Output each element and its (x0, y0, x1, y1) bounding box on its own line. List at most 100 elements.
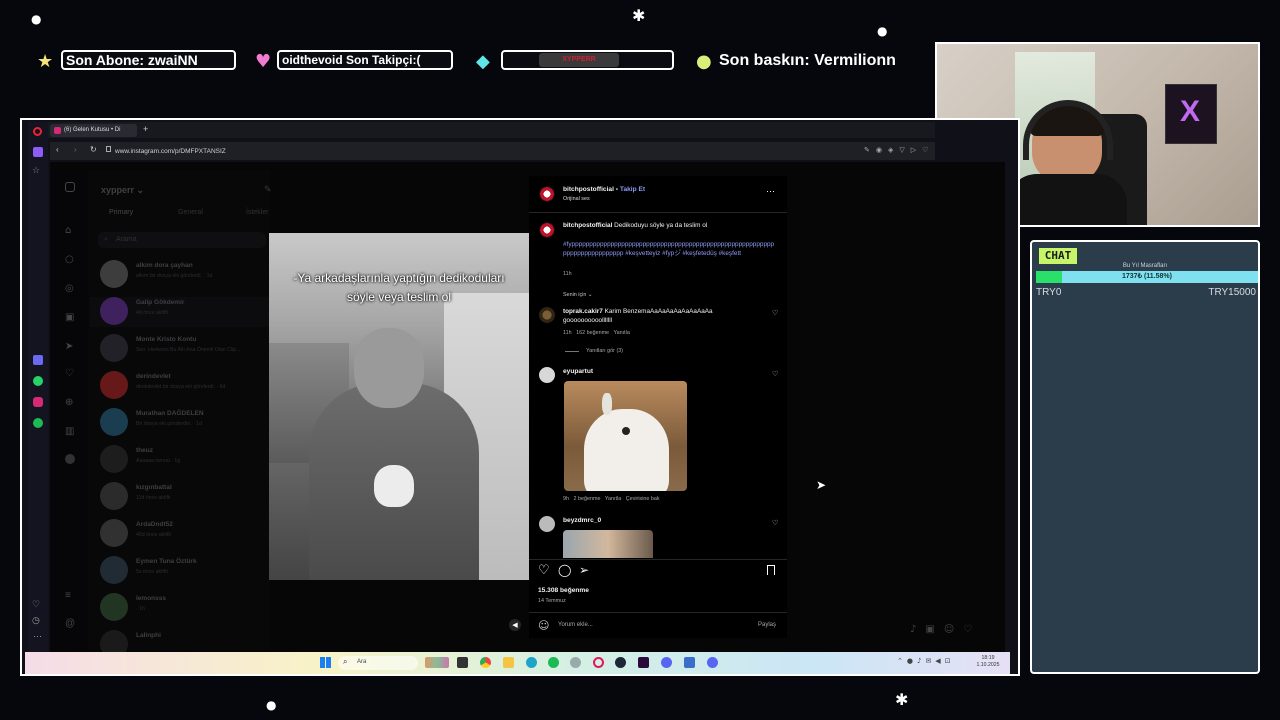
file-explorer-icon[interactable] (503, 657, 514, 668)
dm-thread-name: kızgınbattal (136, 484, 172, 491)
audio-label[interactable]: Orijinal ses (563, 196, 590, 202)
star-icon: ★ (37, 51, 54, 72)
store-icon[interactable] (548, 657, 559, 668)
dm-thread[interactable]: alkım dora çayhan alkım bir dosya eki gön… (100, 260, 270, 290)
browser-tab-instagram[interactable]: (6) Gelen Kutusu • Di (50, 124, 137, 137)
new-tab-icon[interactable]: + (143, 124, 148, 134)
premiere-icon[interactable] (638, 657, 649, 668)
reload-icon[interactable]: ↻ (90, 145, 97, 154)
create-nav-icon[interactable]: ⊕ (65, 397, 73, 408)
caption-hashtags[interactable]: #fyppppppppppppppppppppppppppppppppppppp… (563, 240, 777, 258)
post-options-icon[interactable]: ⋯ (766, 186, 775, 197)
dm-username[interactable]: xypperr ⌄ (101, 185, 144, 196)
tab-requests[interactable]: İstekler (246, 209, 269, 216)
emoji-icon[interactable]: ☺ (538, 619, 549, 632)
post-video[interactable]: -Ya arkadaşlarınla yaptığın dedikoduları… (269, 233, 529, 580)
comment-input[interactable]: Yorum ekle... (558, 622, 593, 628)
comment-2-user[interactable]: eyupartut (563, 368, 593, 375)
notifications-nav-icon[interactable]: ♡ (65, 368, 74, 379)
comment-2-meta[interactable]: 9h 2 beğenme Yanıtla Çevirisine bak (563, 496, 660, 502)
app-icon[interactable] (661, 657, 672, 668)
address-tools-icons[interactable]: ✎◉◈▽▷♡ (864, 146, 934, 154)
dashboard-nav-icon[interactable]: ▥ (65, 426, 74, 437)
dm-thread[interactable]: ArdaDndt52 46d önce aktifti (100, 519, 270, 549)
taskbar-clock[interactable]: 18:19 1.10.2025 (972, 655, 1004, 669)
dm-thread[interactable]: Eymen Tuna Öztürk 5s önce aktifti (100, 556, 270, 586)
search-nav-icon[interactable]: ○ (65, 254, 74, 265)
edge-icon[interactable] (526, 657, 537, 668)
comment-like-icon[interactable]: ♡ (772, 519, 778, 527)
opera-gx-icon[interactable] (593, 657, 604, 668)
heart-rail-icon[interactable]: ♡ (32, 600, 40, 610)
dm-thread[interactable]: Galip Gökdemir 4d önce aktifti (90, 297, 270, 327)
comment-avatar[interactable] (539, 307, 555, 323)
threads-nav-icon[interactable]: @ (65, 618, 75, 629)
caption-author[interactable]: bitchpostofficial (563, 222, 612, 229)
messages-nav-icon[interactable]: ➤ (65, 341, 73, 352)
instagram-icon[interactable] (33, 397, 43, 407)
more-icon[interactable]: ⋯ (33, 631, 42, 642)
action-bar-divider (529, 559, 787, 560)
explore-nav-icon[interactable]: ◎ (65, 283, 74, 294)
view-replies-button[interactable]: Yanıtları gör (3) (586, 348, 623, 354)
dm-thread[interactable]: theuz Aaaaaa nereal · 1g (100, 445, 270, 475)
caption-avatar[interactable] (539, 222, 555, 238)
dm-thread[interactable]: lemonsss · 1h (100, 593, 270, 623)
home-nav-icon[interactable]: ⌂ (65, 225, 71, 236)
widgets-icon[interactable] (425, 657, 449, 668)
dm-thread[interactable]: kızgınbattal 11d önce aktifti (100, 482, 270, 512)
comment-2-gif[interactable] (564, 381, 687, 491)
dm-thread[interactable]: derindevlet derindevlet bir dosya eki gön… (100, 371, 270, 401)
message-toolbar-icons[interactable]: ♪▣☺♡ (910, 624, 981, 635)
comment-3-user[interactable]: beyzdmrc_0 (563, 517, 601, 524)
spotify-icon[interactable] (33, 418, 43, 428)
url-field[interactable]: www.instagram.com/p/DMFPXTANSIZ (115, 146, 815, 157)
whatsapp-icon[interactable] (33, 376, 43, 386)
reels-nav-icon[interactable]: ▣ (65, 312, 74, 323)
goal-progress-bar: 1737₺ (11.58%) (1036, 271, 1258, 283)
comment-sort-dropdown[interactable]: Senin için ⌄ (563, 292, 592, 298)
follow-button[interactable]: Takip Et (620, 186, 645, 193)
likes-count[interactable]: 15.308 beğenme (538, 587, 589, 594)
task-view-icon[interactable] (457, 657, 468, 668)
profile-nav-icon[interactable] (65, 454, 75, 464)
like-icon[interactable]: ♡ (538, 563, 550, 578)
comment-3-image[interactable] (563, 530, 653, 558)
tab-primary[interactable]: Primary (109, 209, 133, 216)
comment-like-icon[interactable]: ♡ (772, 370, 778, 378)
steam-icon[interactable] (615, 657, 626, 668)
comment-1-user[interactable]: toprak.cakir7 (563, 308, 603, 315)
discord-icon[interactable] (707, 657, 718, 668)
taskbar-search[interactable]: ⌕ Ara (338, 656, 418, 670)
bookmark-star-icon[interactable]: ☆ (32, 166, 40, 176)
dm-thread[interactable]: Murathan DAĞDELEN Bir dosya eki gönderdin… (100, 408, 270, 438)
comment-1-meta[interactable]: 11h 162 beğenme Yanıtla (563, 330, 630, 336)
post-comment-button[interactable]: Paylaş (758, 622, 776, 628)
comment-like-icon[interactable]: ♡ (772, 309, 778, 317)
mute-icon[interactable]: ◀ (509, 619, 521, 631)
forward-icon[interactable]: › (74, 145, 77, 154)
system-tray-icons[interactable]: ⌃●♪✉◀⊡ (897, 657, 955, 665)
settings-icon[interactable] (570, 657, 581, 668)
compose-icon[interactable]: ✎ (264, 184, 272, 195)
history-icon[interactable]: ◷ (32, 616, 40, 626)
aria-icon[interactable] (33, 355, 43, 365)
dm-search-box[interactable]: ⌕ Arama (98, 232, 266, 248)
windows-start-icon[interactable] (320, 657, 331, 668)
back-icon[interactable]: ‹ (56, 145, 59, 154)
chrome-icon[interactable] (480, 657, 491, 668)
menu-nav-icon[interactable]: ≡ (65, 590, 71, 601)
home-icon[interactable] (33, 147, 43, 157)
author-name[interactable]: bitchpostofficial • Takip Et (563, 186, 645, 193)
comment-icon[interactable]: ◯ (558, 563, 571, 577)
instagram-logo-icon[interactable] (65, 182, 75, 192)
comment-avatar[interactable] (539, 516, 555, 532)
tab-general[interactable]: General (178, 209, 203, 216)
app-icon[interactable] (684, 657, 695, 668)
save-icon[interactable] (767, 565, 775, 575)
dm-thread[interactable]: Monte Kristo Kontu Sen: Herkesin Bu Altı … (100, 334, 270, 364)
author-avatar[interactable] (539, 186, 555, 202)
comment-avatar[interactable] (539, 367, 555, 383)
browser-sidebar: ☆ ♡ ◷ ⋯ (28, 122, 48, 652)
share-icon[interactable]: ➢ (579, 563, 589, 577)
